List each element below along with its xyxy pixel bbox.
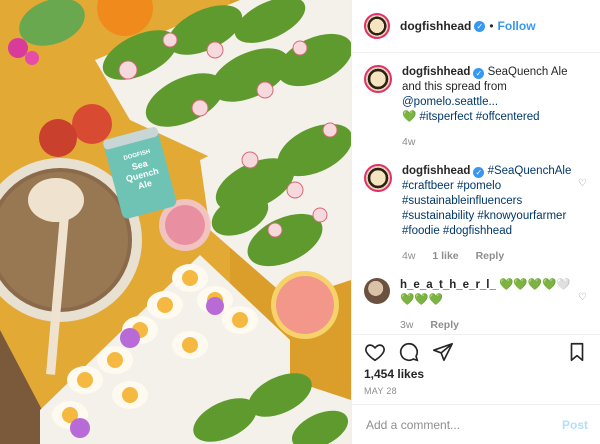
comment-body: h_e_a_t_h_e_r_l_ 💚💚💚💚🤍 💚💚💚 3w Reply <box>400 278 575 333</box>
comment-meta: 3w Reply <box>400 318 575 333</box>
author-username[interactable]: dogfishhead <box>400 19 471 33</box>
add-comment-bar: Post <box>352 404 600 444</box>
bookmark-icon[interactable] <box>566 341 588 363</box>
caption-body: dogfishhead ✓ SeaQuench Ale and this spre… <box>402 65 577 150</box>
header-separator: • <box>489 19 494 33</box>
comment-username[interactable]: h_e_a_t_h_e_r_l_ <box>400 279 496 291</box>
post-actions <box>352 334 600 368</box>
comment-item: dogfishhead ✓ #SeaQuenchAle #craftbeer #p… <box>364 164 588 264</box>
comment-item: h_e_a_t_h_e_r_l_ 💚💚💚💚🤍 💚💚💚 3w Reply ♡ <box>364 278 588 333</box>
comment-avatar[interactable] <box>364 164 392 192</box>
verified-badge-icon: ✓ <box>473 68 485 79</box>
comment-body: dogfishhead ✓ #SeaQuenchAle #craftbeer #p… <box>402 164 577 264</box>
like-heart-icon[interactable] <box>364 341 386 363</box>
share-plane-icon[interactable] <box>432 341 454 363</box>
instagram-post: DOGFISH Sea Quench Ale dogfishhead ✓ • F… <box>0 0 600 444</box>
reply-button[interactable]: Reply <box>430 319 459 331</box>
comment-time[interactable]: 4w <box>402 250 415 262</box>
like-comment-heart-icon[interactable]: ♡ <box>578 178 588 189</box>
verified-badge-icon: ✓ <box>473 167 485 178</box>
reply-button[interactable]: Reply <box>476 250 505 262</box>
likes-count[interactable]: 1,454 likes <box>364 367 424 381</box>
comment-meta: 4w 1 like Reply <box>402 249 577 264</box>
caption-avatar[interactable] <box>364 65 392 93</box>
caption-meta: 4w <box>402 135 577 150</box>
caption-mention-link[interactable]: @pomelo.seattle... <box>402 96 498 108</box>
comment-likes[interactable]: 1 like <box>432 250 458 262</box>
post-sidebar: dogfishhead ✓ • Follow dogfishhead ✓ SeaQ… <box>351 0 600 444</box>
verified-badge-icon: ✓ <box>474 20 486 32</box>
follow-button[interactable]: Follow <box>498 19 536 33</box>
comment-username[interactable]: dogfishhead <box>402 165 470 177</box>
caption-hashtags[interactable]: #itsperfect #offcentered <box>420 111 540 123</box>
comment-bubble-icon[interactable] <box>398 341 420 363</box>
author-avatar[interactable] <box>364 13 390 39</box>
comments-list[interactable]: dogfishhead ✓ SeaQuench Ale and this spre… <box>352 53 600 334</box>
green-heart-emoji: 💚 <box>402 111 417 123</box>
post-date[interactable]: MAY 28 <box>364 386 397 396</box>
post-comment-button[interactable]: Post <box>562 418 588 432</box>
comment-avatar[interactable] <box>364 278 390 304</box>
comment-time[interactable]: 3w <box>400 319 413 331</box>
add-comment-input[interactable] <box>364 416 562 433</box>
caption: dogfishhead ✓ SeaQuench Ale and this spre… <box>364 65 588 150</box>
caption-username[interactable]: dogfishhead <box>402 66 470 78</box>
post-photo[interactable]: DOGFISH Sea Quench Ale <box>0 0 351 444</box>
caption-time[interactable]: 4w <box>402 136 415 148</box>
post-header: dogfishhead ✓ • Follow <box>352 0 600 53</box>
food-spread-illustration <box>0 0 351 444</box>
like-comment-heart-icon[interactable]: ♡ <box>578 292 588 303</box>
